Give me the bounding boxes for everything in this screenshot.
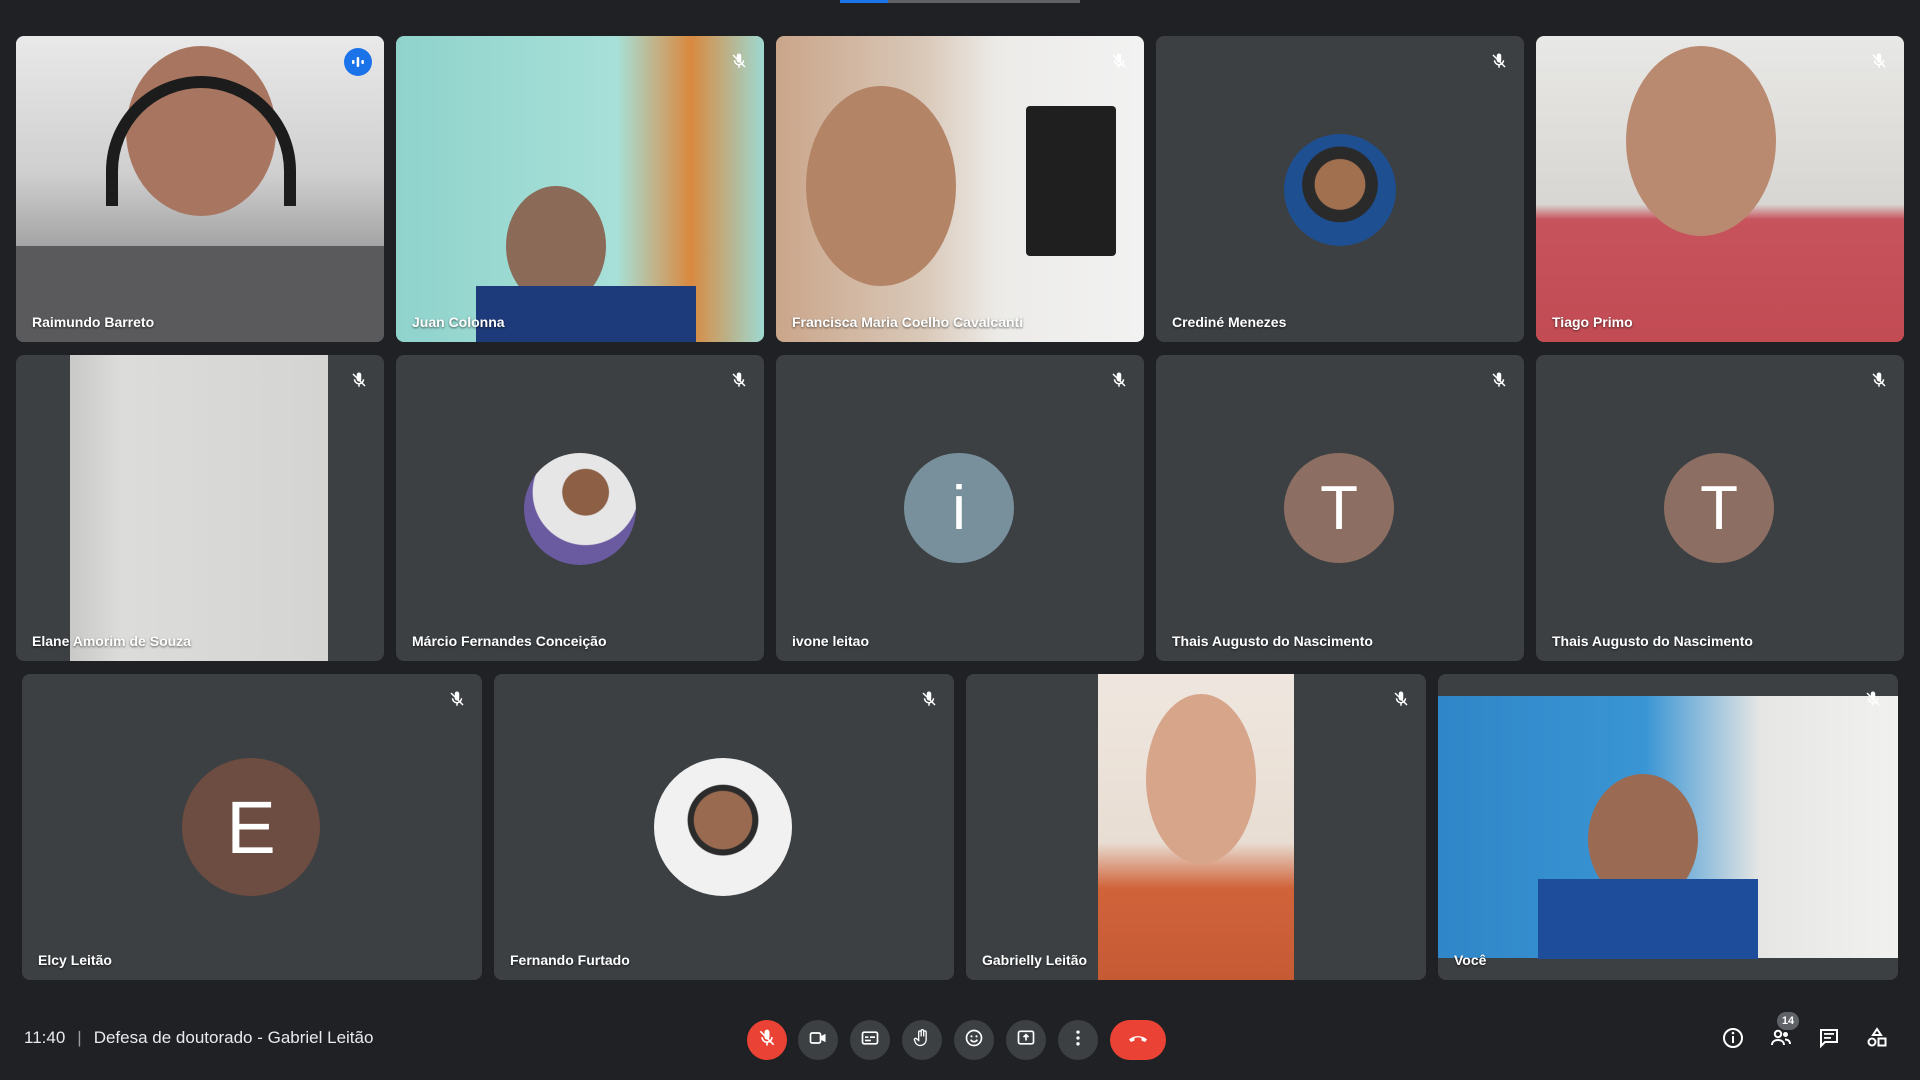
person-silhouette bbox=[1626, 46, 1776, 236]
participant-name: Francisca Maria Coelho Cavalcanti bbox=[792, 314, 1024, 330]
participant-tile-gabrielly[interactable]: Gabrielly Leitão bbox=[966, 674, 1426, 980]
participant-tile-thais-2[interactable]: T Thais Augusto do Nascimento bbox=[1536, 355, 1904, 661]
more-options-button[interactable] bbox=[1058, 1020, 1098, 1060]
clock: 11:40 bbox=[24, 1028, 66, 1047]
call-end-icon bbox=[1126, 1026, 1150, 1055]
participant-tile-credine[interactable]: Crediné Menezes bbox=[1156, 36, 1524, 342]
person-silhouette bbox=[806, 86, 956, 286]
mic-off-icon bbox=[1486, 367, 1512, 393]
participant-tile-francisca[interactable]: Francisca Maria Coelho Cavalcanti bbox=[776, 36, 1144, 342]
person-silhouette bbox=[1146, 694, 1256, 864]
chat-button[interactable] bbox=[1815, 1026, 1843, 1054]
participant-name: Márcio Fernandes Conceição bbox=[412, 633, 607, 649]
avatar bbox=[1284, 134, 1396, 246]
raise-hand-button[interactable] bbox=[902, 1020, 942, 1060]
avatar: E bbox=[182, 758, 320, 896]
bottom-toolbar: 11:40 | Defesa de doutorado - Gabriel Le… bbox=[0, 1000, 1920, 1080]
avatar bbox=[654, 758, 792, 896]
emoji-icon bbox=[964, 1028, 984, 1053]
mic-off-icon bbox=[1106, 367, 1132, 393]
present-screen-button[interactable] bbox=[1006, 1020, 1046, 1060]
mic-off-icon bbox=[1106, 48, 1132, 74]
participant-tile-thais-1[interactable]: T Thais Augusto do Nascimento bbox=[1156, 355, 1524, 661]
mic-off-icon bbox=[444, 686, 470, 712]
participant-name: Thais Augusto do Nascimento bbox=[1552, 633, 1753, 649]
captions-button[interactable] bbox=[850, 1020, 890, 1060]
participant-name: Elane Amorim de Souza bbox=[32, 633, 191, 649]
meeting-title: Defesa de doutorado - Gabriel Leitão bbox=[93, 1028, 374, 1047]
participant-tile-marcio[interactable]: Márcio Fernandes Conceição bbox=[396, 355, 764, 661]
participant-tile-fernando[interactable]: Fernando Furtado bbox=[494, 674, 954, 980]
meeting-details[interactable]: 11:40 | Defesa de doutorado - Gabriel Le… bbox=[24, 1028, 373, 1048]
participant-tile-self[interactable]: Você bbox=[1438, 674, 1898, 980]
mic-off-icon bbox=[916, 686, 942, 712]
mic-off-icon bbox=[346, 367, 372, 393]
avatar: i bbox=[904, 453, 1014, 563]
participant-name: Juan Colonna bbox=[412, 314, 505, 330]
mic-off-icon bbox=[757, 1028, 777, 1053]
video-feed bbox=[70, 355, 328, 661]
participant-name: Você bbox=[1454, 952, 1487, 968]
more-vert-icon bbox=[1068, 1028, 1088, 1053]
reactions-button[interactable] bbox=[954, 1020, 994, 1060]
tv-screen bbox=[1026, 106, 1116, 256]
shirt bbox=[1538, 879, 1758, 959]
speaking-indicator-icon bbox=[344, 48, 372, 76]
chat-icon bbox=[1817, 1026, 1841, 1055]
participant-name: ivone leitao bbox=[792, 633, 870, 649]
people-count-badge: 14 bbox=[1777, 1012, 1799, 1030]
mic-off-icon bbox=[1860, 686, 1886, 712]
leave-call-button[interactable] bbox=[1110, 1020, 1166, 1060]
mic-off-icon bbox=[726, 367, 752, 393]
shirt bbox=[476, 286, 696, 342]
mic-toggle-button[interactable] bbox=[747, 1020, 787, 1060]
closed-caption-icon bbox=[860, 1028, 880, 1053]
participant-tile-raimundo[interactable]: Raimundo Barreto bbox=[16, 36, 384, 342]
mic-off-icon bbox=[1486, 48, 1512, 74]
separator: | bbox=[77, 1028, 82, 1047]
camera-toggle-button[interactable] bbox=[798, 1020, 838, 1060]
participant-name: Fernando Furtado bbox=[510, 952, 630, 968]
participant-name: Crediné Menezes bbox=[1172, 314, 1287, 330]
hand-icon bbox=[912, 1028, 932, 1053]
avatar: T bbox=[1664, 453, 1774, 563]
mic-off-icon bbox=[1866, 367, 1892, 393]
present-screen-icon bbox=[1016, 1028, 1036, 1053]
info-icon bbox=[1721, 1026, 1745, 1055]
meeting-info-button[interactable] bbox=[1719, 1026, 1747, 1054]
layout-indicator bbox=[840, 0, 1080, 3]
participant-tile-ivone[interactable]: i ivone leitao bbox=[776, 355, 1144, 661]
people-button[interactable]: 14 bbox=[1767, 1012, 1799, 1054]
participant-name: Tiago Primo bbox=[1552, 314, 1633, 330]
mic-off-icon bbox=[726, 48, 752, 74]
mic-off-icon bbox=[1866, 48, 1892, 74]
avatar: T bbox=[1284, 453, 1394, 563]
videocam-icon bbox=[808, 1028, 828, 1053]
participant-tile-elane[interactable]: Elane Amorim de Souza bbox=[16, 355, 384, 661]
participant-name: Elcy Leitão bbox=[38, 952, 112, 968]
participant-tile-elcy[interactable]: E Elcy Leitão bbox=[22, 674, 482, 980]
activities-icon bbox=[1865, 1026, 1889, 1055]
participant-tile-juan[interactable]: Juan Colonna bbox=[396, 36, 764, 342]
mic-off-icon bbox=[1388, 686, 1414, 712]
avatar bbox=[524, 453, 636, 565]
participant-name: Raimundo Barreto bbox=[32, 314, 155, 330]
participant-tile-tiago[interactable]: Tiago Primo bbox=[1536, 36, 1904, 342]
activities-button[interactable] bbox=[1863, 1026, 1891, 1054]
participant-name: Thais Augusto do Nascimento bbox=[1172, 633, 1373, 649]
participant-name: Gabrielly Leitão bbox=[982, 952, 1088, 968]
